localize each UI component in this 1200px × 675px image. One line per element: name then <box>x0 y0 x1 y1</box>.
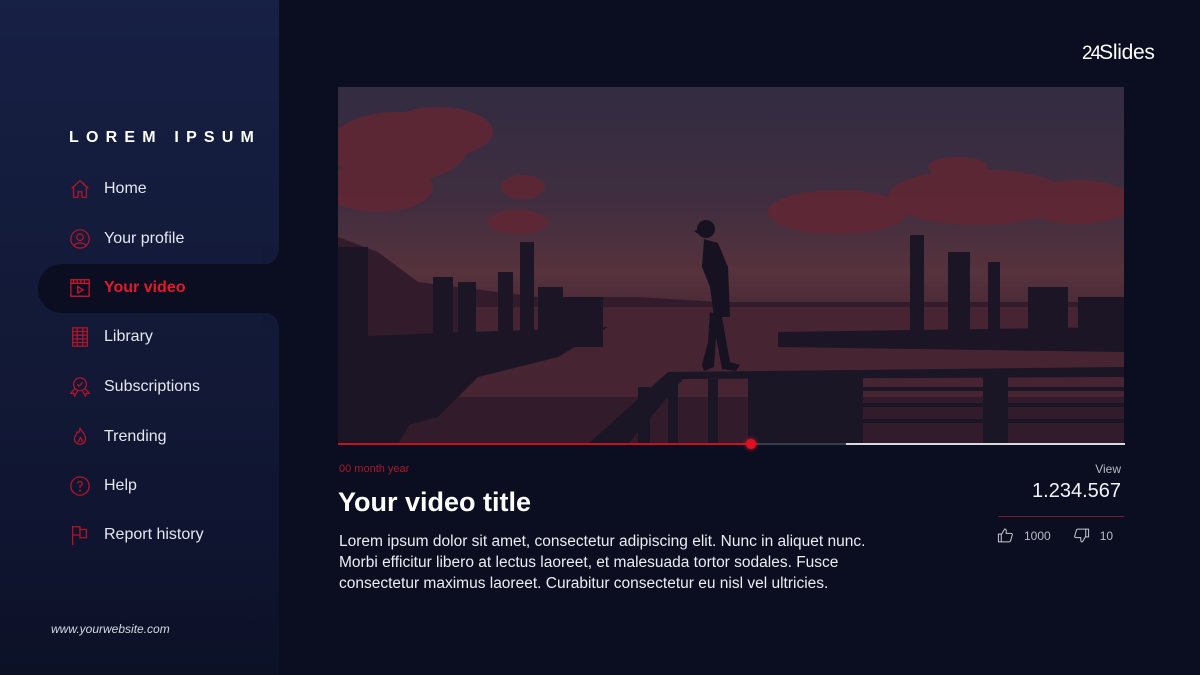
sidebar-item-label: Subscriptions <box>104 378 201 395</box>
sidebar-item-label: Your profile <box>104 230 185 247</box>
sidebar-item-library[interactable]: Library <box>60 317 260 357</box>
video-frame-image <box>338 87 1124 444</box>
sidebar-item-label: Home <box>104 180 147 197</box>
sidebar-item-label: Your video <box>104 279 186 296</box>
sidebar-item-label: Library <box>104 328 153 345</box>
thumbs-up-icon <box>997 528 1013 543</box>
like-button[interactable]: 1000 <box>997 527 1051 544</box>
view-count: 1.234.567 <box>1032 480 1121 502</box>
sidebar-item-report-history[interactable]: Report history <box>60 515 260 555</box>
sidebar-heading: LOREM IPSUM <box>69 129 262 146</box>
brand-logo: 24Slides <box>1082 41 1155 65</box>
video-title: Your video title <box>338 487 532 517</box>
website-link[interactable]: www.yourwebsite.com <box>51 622 170 636</box>
video-description: Lorem ipsum dolor sit amet, consectetur … <box>339 533 866 592</box>
sidebar-item-label: Help <box>104 477 137 494</box>
subscriptions-icon <box>68 375 92 399</box>
sidebar-item-profile[interactable]: Your profile <box>60 219 260 259</box>
trending-icon <box>68 425 92 449</box>
progress-played <box>338 443 752 445</box>
video-player[interactable] <box>338 87 1124 444</box>
help-icon <box>68 474 92 498</box>
home-icon <box>68 177 92 201</box>
video-icon <box>68 276 92 300</box>
sidebar-item-subscriptions[interactable]: Subscriptions <box>60 367 260 407</box>
flag-icon <box>68 523 92 547</box>
sidebar-item-trending[interactable]: Trending <box>60 417 260 457</box>
progress-scrubber-handle[interactable] <box>746 439 757 449</box>
sidebar-item-help[interactable]: Help <box>60 466 260 506</box>
sidebar-item-label: Report history <box>104 526 204 543</box>
logo-text: Slides <box>1099 41 1155 64</box>
sidebar-item-home[interactable]: Home <box>60 169 260 209</box>
dislike-count: 10 <box>1099 528 1114 543</box>
video-date: 00 month year <box>339 463 410 475</box>
profile-icon <box>68 227 92 251</box>
library-icon <box>68 325 92 349</box>
video-overlay <box>338 87 1124 444</box>
thumbs-down-icon <box>1073 528 1089 543</box>
logo-number: 24 <box>1082 43 1101 64</box>
reactions: 1000 10 <box>997 527 1113 544</box>
like-count: 1000 <box>1024 528 1051 543</box>
sidebar-item-label: Trending <box>104 428 167 445</box>
dislike-button[interactable]: 10 <box>1073 527 1113 544</box>
video-progress-bar[interactable] <box>338 439 1125 449</box>
view-label: View <box>1095 462 1121 476</box>
stats-divider <box>998 516 1124 517</box>
sidebar-item-your-video[interactable]: Your video <box>60 268 260 308</box>
